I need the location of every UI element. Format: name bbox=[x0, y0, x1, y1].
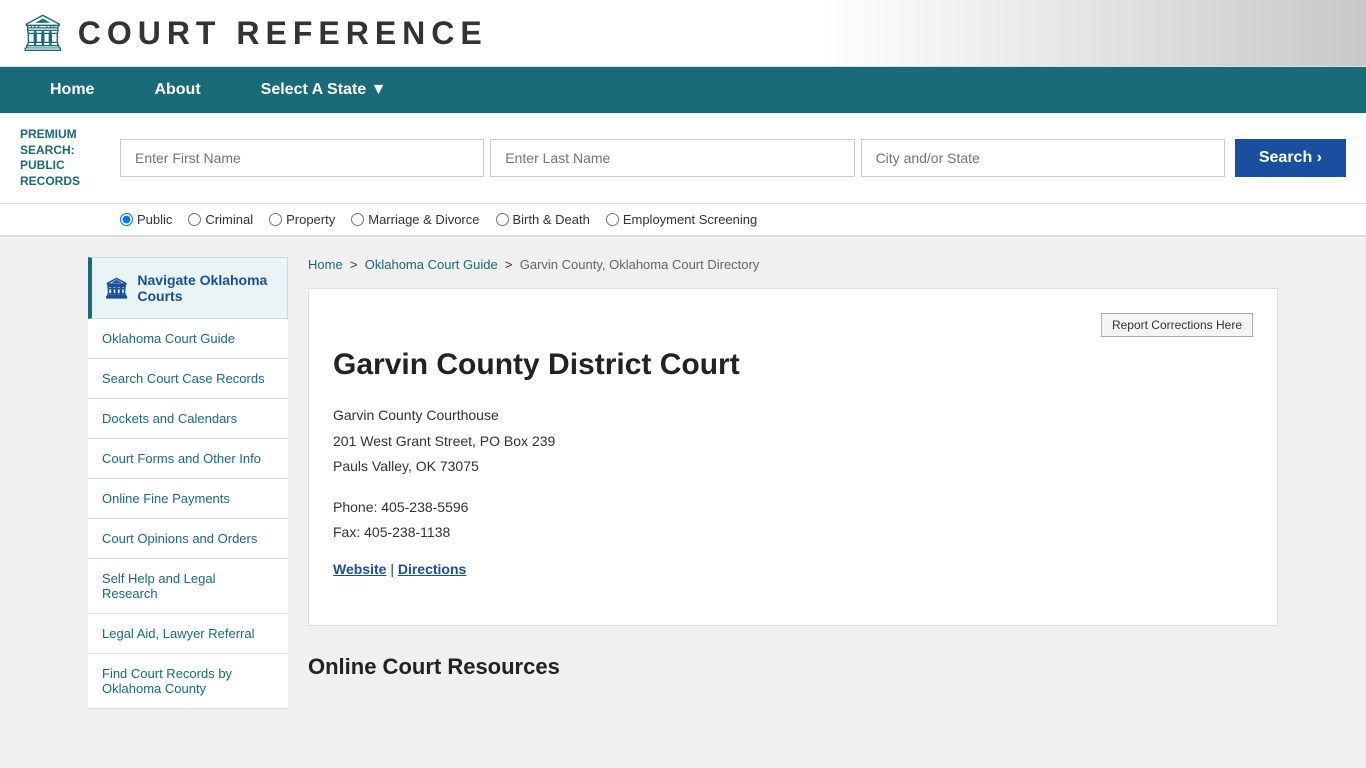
court-links: Website | Directions bbox=[333, 561, 1253, 577]
breadcrumb-home[interactable]: Home bbox=[308, 257, 343, 272]
radio-criminal[interactable]: Criminal bbox=[188, 212, 253, 227]
court-phone: Phone: 405-238-5596 bbox=[333, 495, 1253, 520]
sidebar: 🏛 Navigate Oklahoma Courts Oklahoma Cour… bbox=[88, 257, 288, 709]
sidebar-item-ok-court-guide[interactable]: Oklahoma Court Guide bbox=[88, 319, 288, 359]
sidebar-item-court-forms[interactable]: Court Forms and Other Info bbox=[88, 439, 288, 479]
content-wrapper: Home > Oklahoma Court Guide > Garvin Cou… bbox=[308, 257, 1278, 709]
courthouse-icon: 🏛 bbox=[104, 276, 129, 301]
sidebar-item-online-fine-payments[interactable]: Online Fine Payments bbox=[88, 479, 288, 519]
city-state-input[interactable] bbox=[861, 139, 1225, 177]
nav-select-state[interactable]: Select A State ▼ bbox=[231, 67, 417, 113]
search-bar: PREMIUM SEARCH: PUBLIC RECORDS Search › bbox=[0, 113, 1366, 204]
radio-public[interactable]: Public bbox=[120, 212, 172, 227]
site-header: 🏛 COURT REFERENCE bbox=[0, 0, 1366, 67]
sidebar-header-label: Navigate Oklahoma Courts bbox=[137, 272, 275, 304]
sidebar-item-search-case-records[interactable]: Search Court Case Records bbox=[88, 359, 288, 399]
radio-employment-screening[interactable]: Employment Screening bbox=[606, 212, 757, 227]
sidebar-header[interactable]: 🏛 Navigate Oklahoma Courts bbox=[88, 257, 288, 319]
court-phone-block: Phone: 405-238-5596 Fax: 405-238-1138 bbox=[333, 495, 1253, 545]
search-button[interactable]: Search › bbox=[1235, 139, 1346, 177]
breadcrumb: Home > Oklahoma Court Guide > Garvin Cou… bbox=[308, 257, 1278, 288]
directions-link[interactable]: Directions bbox=[398, 561, 466, 577]
court-fax: Fax: 405-238-1138 bbox=[333, 520, 1253, 545]
radio-property[interactable]: Property bbox=[269, 212, 335, 227]
first-name-input[interactable] bbox=[120, 139, 484, 177]
breadcrumb-ok-court-guide[interactable]: Oklahoma Court Guide bbox=[365, 257, 498, 272]
court-address: Garvin County Courthouse 201 West Grant … bbox=[333, 403, 1253, 479]
logo-text: COURT REFERENCE bbox=[78, 15, 488, 52]
online-resources-section: Online Court Resources bbox=[308, 626, 1278, 680]
sidebar-item-legal-aid[interactable]: Legal Aid, Lawyer Referral bbox=[88, 614, 288, 654]
radio-birth-death[interactable]: Birth & Death bbox=[496, 212, 590, 227]
website-link[interactable]: Website bbox=[333, 561, 386, 577]
sidebar-item-find-records[interactable]: Find Court Records by Oklahoma County bbox=[88, 654, 288, 709]
breadcrumb-current: Garvin County, Oklahoma Court Directory bbox=[520, 257, 760, 272]
search-inputs bbox=[120, 139, 1225, 177]
nav-home[interactable]: Home bbox=[20, 67, 124, 113]
main-nav: Home About Select A State ▼ bbox=[0, 67, 1366, 113]
address-line1: Garvin County Courthouse bbox=[333, 403, 1253, 428]
address-line3: Pauls Valley, OK 73075 bbox=[333, 454, 1253, 479]
sidebar-item-court-opinions[interactable]: Court Opinions and Orders bbox=[88, 519, 288, 559]
address-line2: 201 West Grant Street, PO Box 239 bbox=[333, 429, 1253, 454]
sidebar-item-self-help[interactable]: Self Help and Legal Research bbox=[88, 559, 288, 614]
online-resources-title: Online Court Resources bbox=[308, 654, 1254, 680]
report-corrections-button[interactable]: Report Corrections Here bbox=[1101, 313, 1253, 337]
last-name-input[interactable] bbox=[490, 139, 854, 177]
link-separator: | bbox=[390, 561, 398, 577]
sidebar-item-dockets-calendars[interactable]: Dockets and Calendars bbox=[88, 399, 288, 439]
radio-marriage-divorce[interactable]: Marriage & Divorce bbox=[351, 212, 479, 227]
main-content: 🏛 Navigate Oklahoma Courts Oklahoma Cour… bbox=[68, 237, 1298, 729]
court-info-box: Report Corrections Here Garvin County Di… bbox=[308, 288, 1278, 626]
logo-icon: 🏛 bbox=[20, 12, 66, 54]
premium-label: PREMIUM SEARCH: PUBLIC RECORDS bbox=[20, 127, 110, 189]
nav-about[interactable]: About bbox=[124, 67, 230, 113]
search-radio-group: Public Criminal Property Marriage & Divo… bbox=[0, 204, 1366, 237]
court-name: Garvin County District Court bbox=[333, 347, 1253, 383]
